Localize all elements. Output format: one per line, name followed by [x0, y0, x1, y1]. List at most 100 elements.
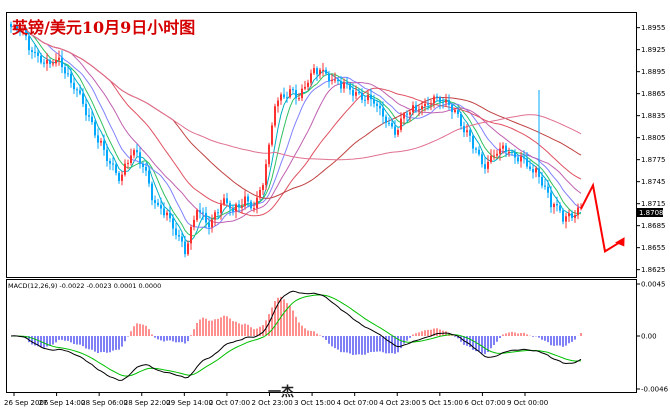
candle-body	[562, 210, 564, 222]
candle-body	[301, 88, 303, 99]
candle-body	[334, 79, 336, 81]
candle-body	[550, 192, 552, 208]
candle-body	[457, 110, 459, 115]
candle-body	[238, 204, 240, 208]
candle-body	[403, 113, 405, 119]
candle-body	[253, 208, 255, 210]
candle	[268, 142, 270, 168]
candle-body	[100, 140, 102, 143]
candle-body	[367, 94, 369, 101]
candle-body	[259, 189, 261, 198]
candle-body	[565, 216, 567, 222]
candle-body	[364, 99, 366, 101]
candle-body	[352, 89, 354, 96]
candle-body	[511, 151, 513, 153]
candle-body	[172, 218, 174, 229]
candle-body	[520, 156, 522, 162]
candle-body	[526, 158, 528, 167]
candle-body	[103, 140, 105, 150]
candle-body	[469, 130, 471, 136]
candle-body	[424, 103, 426, 106]
candle-body	[157, 202, 159, 206]
candle-body	[433, 96, 435, 104]
time-tick-label: 27 Sep 14:00	[39, 399, 86, 407]
candle-body	[235, 204, 237, 212]
macd-label: MACD(12,26,9) -0.0022 -0.0023 0.0001 0.0…	[8, 282, 161, 290]
candle-body	[472, 135, 474, 149]
candle-body	[214, 212, 216, 220]
candle-body	[31, 50, 33, 52]
candle-body	[460, 114, 462, 126]
candle-body	[316, 68, 318, 75]
time-tick-label: 6 Oct 07:00	[464, 399, 505, 407]
candle-body	[37, 52, 39, 56]
candle-body	[133, 150, 135, 156]
price-tick-label: 1.8895	[641, 68, 666, 76]
candle-body	[151, 183, 153, 201]
candle-body	[454, 110, 456, 113]
candle-body	[448, 100, 450, 105]
candle-body	[466, 130, 468, 133]
time-tick-label: 4 Oct 23:00	[379, 399, 420, 407]
candle-body	[49, 60, 51, 65]
candle-body	[124, 163, 126, 175]
candle-body	[130, 155, 132, 163]
candle-body	[256, 197, 258, 209]
price-tick-label: 1.8865	[641, 90, 666, 98]
candle-body	[418, 109, 420, 111]
candle-body	[292, 89, 294, 91]
time-tick-label: 28 Sep 06:00	[81, 399, 128, 407]
candle-body	[304, 86, 306, 89]
candle-body	[52, 63, 54, 65]
candle-body	[223, 198, 225, 205]
price-tick-label: 1.8925	[641, 46, 666, 54]
candle-body	[271, 125, 273, 145]
candle-body	[28, 36, 30, 51]
price-tick-label: 1.8655	[641, 244, 666, 252]
candle-body	[121, 174, 123, 181]
candle	[274, 103, 276, 128]
candle-body	[577, 207, 579, 216]
candle-body	[193, 219, 195, 227]
candle-body	[571, 213, 573, 218]
candle-body	[220, 204, 222, 213]
candle-body	[136, 150, 138, 153]
candle-body	[118, 172, 120, 181]
candle-body	[535, 168, 537, 173]
candle-body	[163, 208, 165, 216]
candle-body	[496, 153, 498, 156]
price-tick-label: 1.8685	[641, 222, 666, 230]
candle-body	[298, 98, 300, 100]
candle-body	[268, 144, 270, 165]
candle-body	[484, 164, 486, 169]
candle-body	[181, 236, 183, 242]
candle-body	[397, 129, 399, 135]
candle-body	[502, 145, 504, 149]
candle-body	[307, 82, 309, 87]
price-tick-label: 1.8775	[641, 156, 666, 164]
candle-body	[280, 94, 282, 101]
candle-body	[274, 106, 276, 126]
candle	[271, 122, 273, 147]
candle-body	[154, 200, 156, 203]
candle-body	[160, 205, 162, 209]
candle-body	[412, 105, 414, 113]
candle-body	[262, 184, 264, 190]
candle-body	[325, 69, 327, 74]
price-tick-label: 1.8805	[641, 134, 666, 142]
candle-body	[148, 170, 150, 184]
candle-body	[517, 157, 519, 162]
candle-body	[127, 162, 129, 164]
candle-body	[169, 212, 171, 219]
candle-body	[208, 222, 210, 228]
candle-body	[217, 212, 219, 214]
candle-body	[184, 241, 186, 255]
candle-body	[277, 100, 279, 107]
candle-body	[112, 163, 114, 165]
candle-body	[82, 93, 84, 104]
candle-body	[541, 176, 543, 186]
candle-body	[175, 228, 177, 236]
price-tick-label: 1.8745	[641, 178, 666, 186]
candle-body	[415, 105, 417, 111]
candle-body	[574, 215, 576, 218]
